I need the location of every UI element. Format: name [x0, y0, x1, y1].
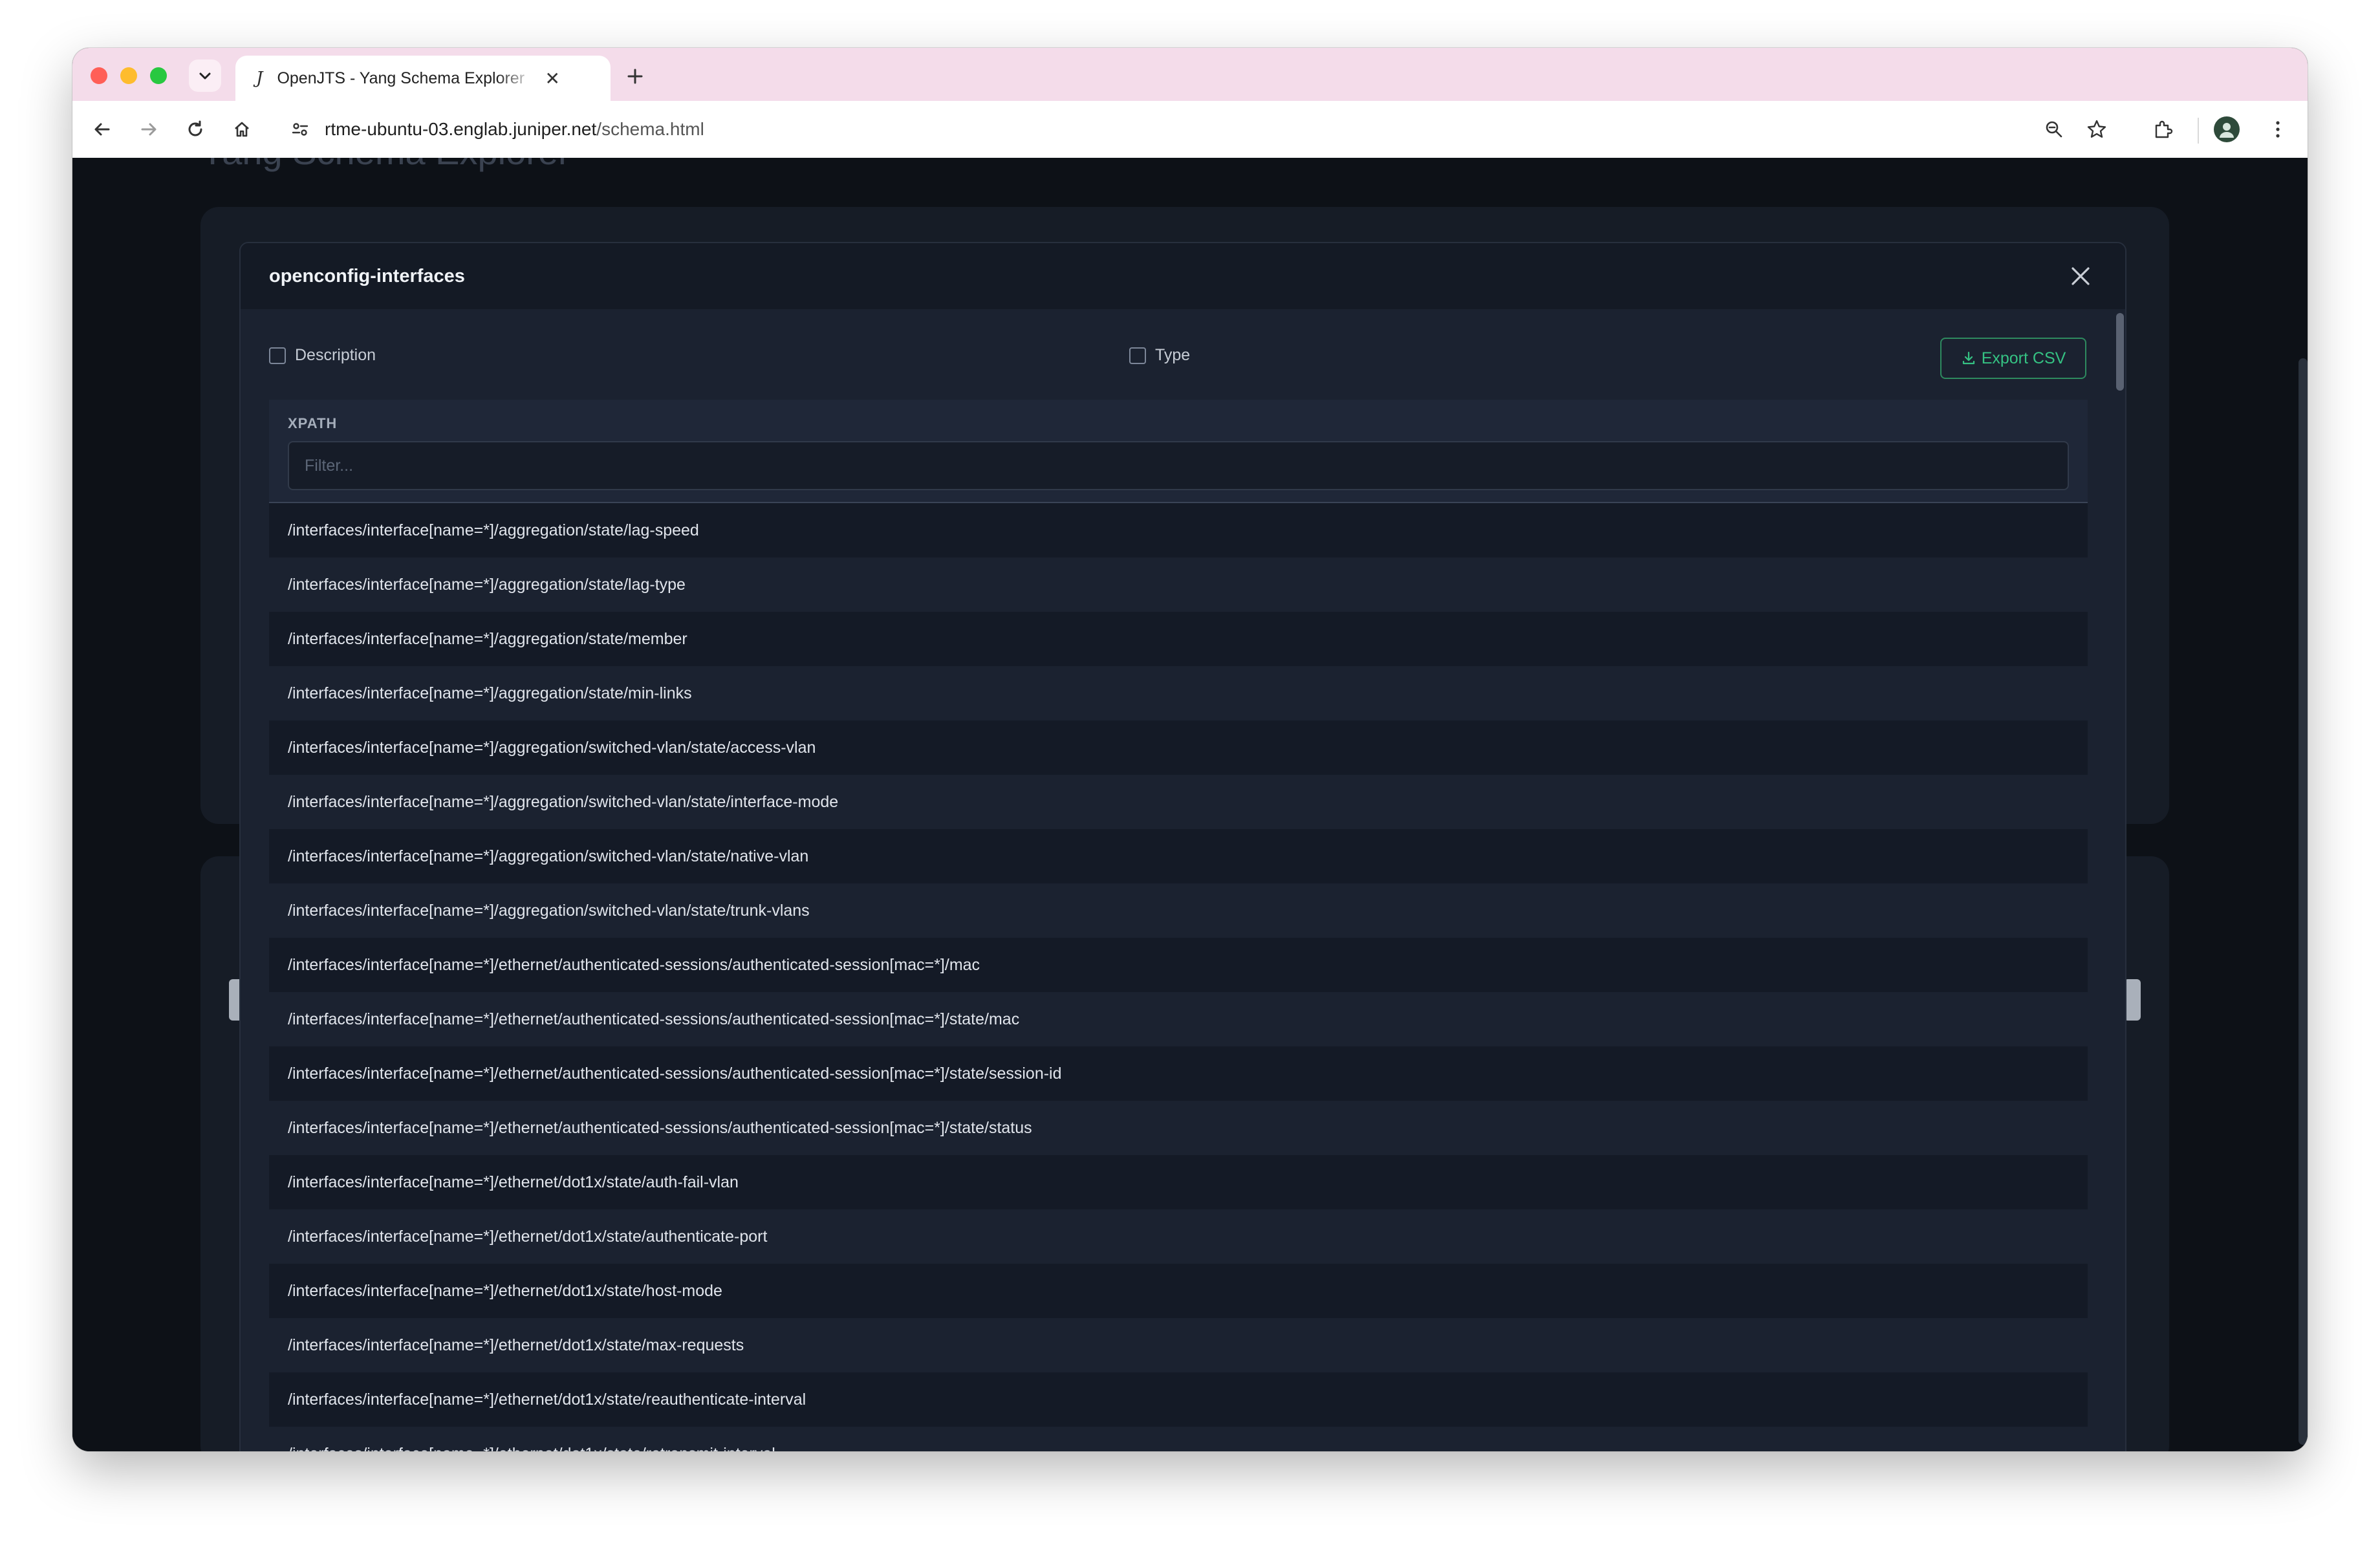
table-row[interactable]: /interfaces/interface[name=*]/ethernet/d…	[269, 1155, 2088, 1209]
star-icon	[2087, 120, 2106, 138]
table-row[interactable]: /interfaces/interface[name=*]/ethernet/d…	[269, 1318, 2088, 1372]
page-title: Yang Schema Explorer	[200, 158, 570, 173]
table-row[interactable]: /interfaces/interface[name=*]/aggregatio…	[269, 775, 2088, 829]
table-row[interactable]: /interfaces/interface[name=*]/ethernet/a…	[269, 1101, 2088, 1155]
zoom-icon	[2046, 121, 2062, 138]
type-checkbox[interactable]	[1129, 347, 1146, 364]
table-row[interactable]: /interfaces/interface[name=*]/aggregatio…	[269, 883, 2088, 938]
modal-body: Description Type Export CSV XPATH Filter…	[241, 309, 2125, 1451]
browser-window: J OpenJTS - Yang Schema Explorer ✕ rtme-…	[72, 48, 2308, 1451]
browser-menu-button[interactable]	[2262, 114, 2293, 145]
more-vertical-icon	[2276, 121, 2280, 138]
back-button[interactable]	[87, 114, 118, 145]
modal-header: openconfig-interfaces	[241, 243, 2125, 309]
download-icon	[1962, 351, 1974, 365]
extensions-button[interactable]	[2147, 107, 2178, 151]
tab-title: OpenJTS - Yang Schema Explorer	[277, 69, 525, 87]
favicon-icon: J	[256, 69, 263, 88]
export-csv-button[interactable]: Export CSV	[1940, 338, 2086, 379]
close-window-button[interactable]	[91, 67, 107, 84]
xpath-column-header: XPATH	[288, 415, 338, 431]
url-path: /schema.html	[596, 119, 704, 139]
user-icon	[2220, 123, 2234, 138]
url-text[interactable]: rtme-ubuntu-03.englab.juniper.net/schema…	[325, 119, 704, 140]
table-row[interactable]: /interfaces/interface[name=*]/ethernet/d…	[269, 1209, 2088, 1264]
xpath-table: XPATH /interfaces/interface[name=*]/aggr…	[269, 400, 2088, 1451]
table-row[interactable]: /interfaces/interface[name=*]/aggregatio…	[269, 503, 2088, 557]
plus-icon	[627, 69, 643, 84]
export-csv-label: Export CSV	[1981, 349, 2066, 367]
close-icon	[2072, 267, 2090, 285]
description-label: Description	[295, 346, 376, 364]
table-row[interactable]: /interfaces/interface[name=*]/ethernet/a…	[269, 1046, 2088, 1101]
arrow-left-icon	[94, 123, 110, 136]
site-info-icon[interactable]	[287, 116, 313, 142]
modal-scrollbar-thumb[interactable]	[2116, 313, 2124, 391]
zoom-button[interactable]	[2039, 107, 2070, 151]
tab-strip: J OpenJTS - Yang Schema Explorer ✕	[72, 48, 2308, 101]
type-toggle[interactable]: Type	[1129, 346, 1190, 365]
bookmark-button[interactable]	[2081, 107, 2112, 151]
xpath-filter-input[interactable]	[288, 441, 2069, 490]
reload-icon	[188, 120, 202, 136]
table-row[interactable]: /interfaces/interface[name=*]/ethernet/d…	[269, 1372, 2088, 1427]
table-row[interactable]: /interfaces/interface[name=*]/ethernet/d…	[269, 1264, 2088, 1318]
table-row[interactable]: /interfaces/interface[name=*]/aggregatio…	[269, 720, 2088, 775]
home-button[interactable]	[226, 114, 257, 145]
modal-scrollbar[interactable]	[2114, 309, 2125, 1451]
arrow-right-icon	[141, 123, 157, 136]
toolbar-separator	[2198, 118, 2199, 144]
table-row[interactable]: /interfaces/interface[name=*]/aggregatio…	[269, 557, 2088, 612]
table-row[interactable]: /interfaces/interface[name=*]/aggregatio…	[269, 666, 2088, 720]
schema-modal: openconfig-interfaces Description Type E…	[239, 242, 2126, 1451]
modal-close-button[interactable]	[2064, 260, 2097, 292]
type-label: Type	[1155, 346, 1191, 364]
puzzle-icon	[2155, 120, 2173, 138]
table-body: /interfaces/interface[name=*]/aggregatio…	[269, 503, 2088, 1451]
table-row[interactable]: /interfaces/interface[name=*]/ethernet/a…	[269, 992, 2088, 1046]
maximize-window-button[interactable]	[150, 67, 167, 84]
forward-button[interactable]	[133, 114, 164, 145]
url-host: rtme-ubuntu-03.englab.juniper.net	[325, 119, 597, 139]
browser-toolbar: rtme-ubuntu-03.englab.juniper.net/schema…	[72, 101, 2308, 158]
new-tab-button[interactable]	[620, 61, 651, 92]
profile-avatar[interactable]	[2214, 116, 2240, 142]
page-scrollbar[interactable]	[2299, 358, 2308, 1445]
modal-title: openconfig-interfaces	[269, 265, 465, 287]
tab-search-button[interactable]	[189, 60, 221, 92]
description-checkbox[interactable]	[269, 347, 286, 364]
tab-close-icon[interactable]: ✕	[545, 68, 559, 89]
browser-tab-active[interactable]: J OpenJTS - Yang Schema Explorer ✕	[235, 56, 611, 101]
address-bar[interactable]: rtme-ubuntu-03.englab.juniper.net/schema…	[277, 107, 2088, 151]
table-header: XPATH	[269, 400, 2088, 503]
chevron-down-icon	[199, 72, 211, 80]
description-toggle[interactable]: Description	[269, 346, 376, 365]
minimize-window-button[interactable]	[120, 67, 137, 84]
page-content: Yang Schema Explorer openconfig-interfac…	[72, 158, 2308, 1451]
table-row[interactable]: /interfaces/interface[name=*]/ethernet/a…	[269, 938, 2088, 992]
table-row[interactable]: /interfaces/interface[name=*]/ethernet/d…	[269, 1427, 2088, 1451]
home-icon	[235, 122, 249, 137]
table-row[interactable]: /interfaces/interface[name=*]/aggregatio…	[269, 612, 2088, 666]
reload-button[interactable]	[180, 114, 211, 145]
table-row[interactable]: /interfaces/interface[name=*]/aggregatio…	[269, 829, 2088, 883]
